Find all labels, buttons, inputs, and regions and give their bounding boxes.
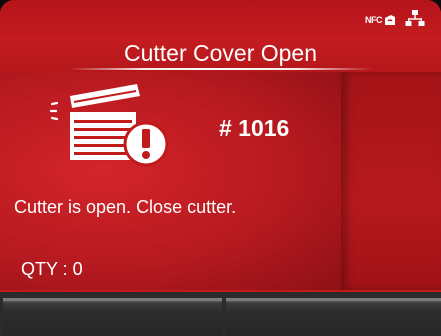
softkey-right-button[interactable]: [226, 298, 441, 336]
page-title: Cutter Cover Open: [123, 40, 318, 66]
printer-display: NFC Cutter Cover Open # 1016 Cutter is o…: [0, 0, 441, 336]
status-icons: NFC: [365, 8, 425, 32]
nfc-icon: NFC: [365, 13, 397, 27]
error-code: # 1016: [219, 115, 290, 141]
cutter-cover-open-icon: [49, 84, 169, 167]
title-underline: [68, 68, 373, 70]
quantity-label: QTY : 0: [21, 259, 83, 279]
error-message: Cutter is open. Close cutter.: [14, 197, 237, 217]
side-panel: [341, 72, 441, 290]
network-icon: [405, 9, 425, 32]
softkey-left-button[interactable]: [3, 298, 222, 336]
nfc-label: NFC: [365, 15, 383, 25]
